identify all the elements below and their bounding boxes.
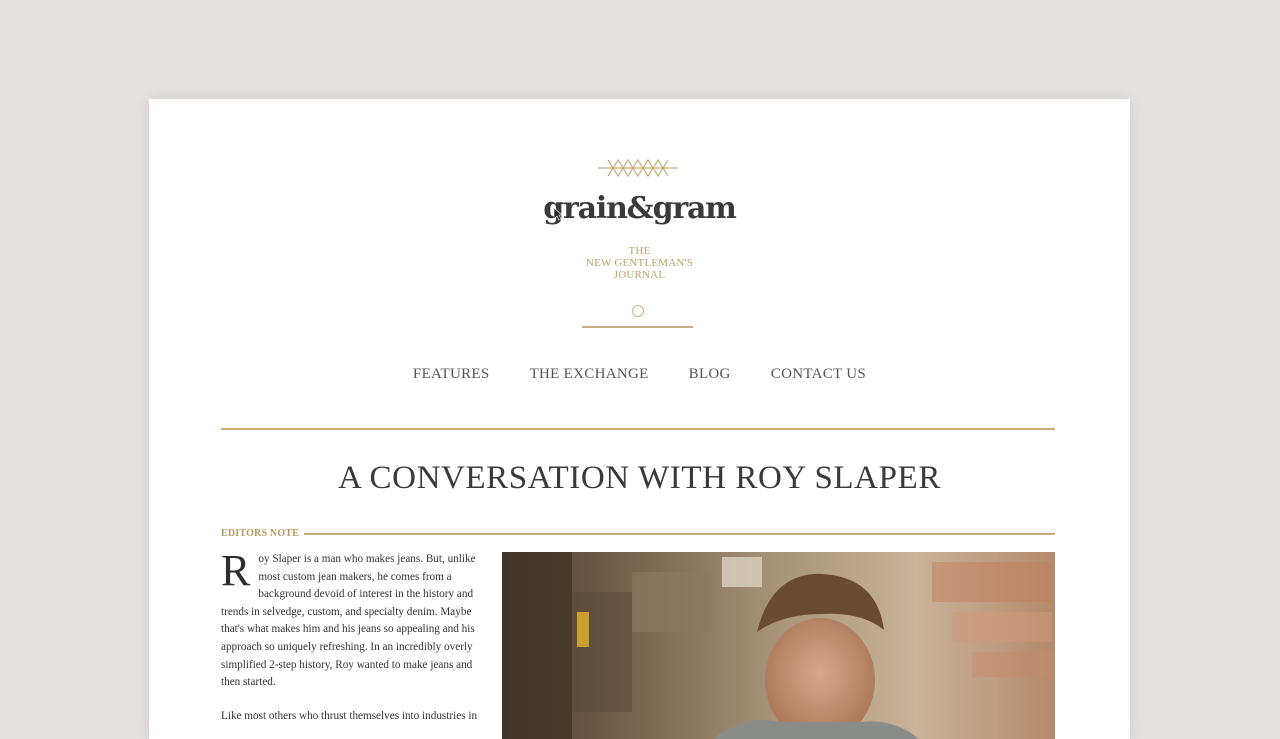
section-divider [304,533,1055,535]
tagline-line: THE [628,245,651,257]
site-logo[interactable]: grain&gram [149,191,1130,226]
article-paragraph: Roy Slaper is a man who makes jeans. But… [221,546,491,692]
page-card: grain&gram THE NEW GENTLEMAN'S JOURNAL F… [149,99,1130,739]
tagline-line: NEW GENTLEMAN'S [585,257,694,269]
nav-item-the-exchange[interactable]: THE EXCHANGE [530,366,649,383]
main-nav: FEATURES THE EXCHANGE BLOG CONTACT US [149,366,1130,383]
site-tagline: THE NEW GENTLEMAN'S JOURNAL [149,245,1130,281]
header-divider [582,326,693,328]
nav-item-contact-us[interactable]: CONTACT US [771,366,866,383]
nav-divider [221,428,1055,430]
article-paragraph: Like most others who thrust themselves i… [221,709,478,722]
workshop-photo [502,552,1055,739]
dropcap: R [221,546,251,595]
paragraph-text: oy Slaper is a man who makes jeans. But,… [221,553,476,689]
nav-item-blog[interactable]: BLOG [689,366,731,383]
ornament-icon [598,158,678,178]
mouse-cursor-icon [553,207,563,221]
nav-item-features[interactable]: FEATURES [413,366,490,383]
article-title: A CONVERSATION WITH ROY SLAPER [338,460,941,496]
tagline-line: JOURNAL [613,269,666,281]
section-label: EDITORS NOTE [221,528,300,539]
article-body: Roy Slaper is a man who makes jeans. But… [221,546,491,739]
circle-ornament-icon [632,305,644,317]
